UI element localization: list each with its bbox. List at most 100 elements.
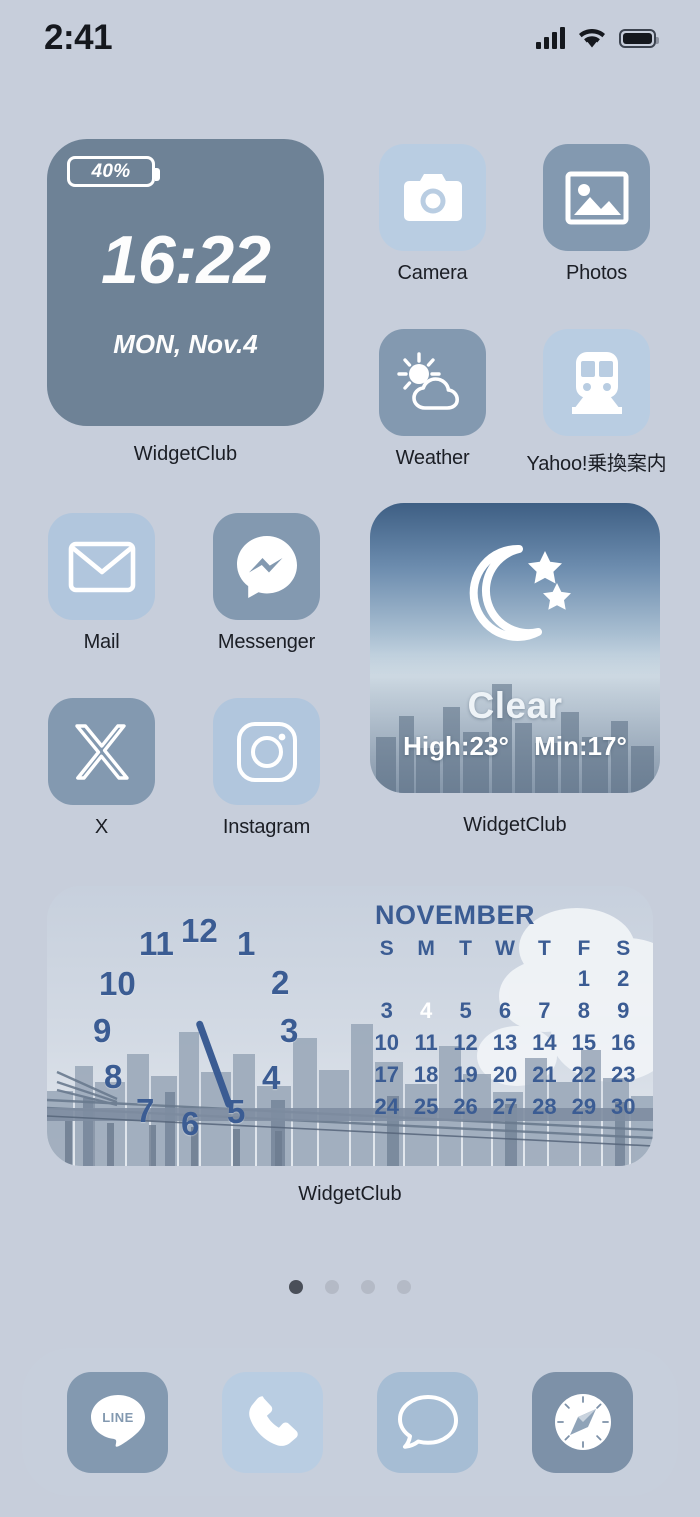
calendar-day: 22	[571, 1062, 597, 1087]
calendar-day: 14	[532, 1030, 557, 1055]
clock-number-8: 8	[104, 1058, 123, 1095]
app-label: Messenger	[217, 631, 316, 653]
clock-number-2: 2	[271, 964, 290, 1001]
weather-temps: High:23° Min:17°	[370, 731, 660, 762]
calendar-weekday: M	[417, 937, 435, 960]
calendar-day: 12	[453, 1030, 478, 1055]
calendar-day: 8	[577, 998, 590, 1023]
calendar-day-today: 4	[406, 995, 445, 1027]
calendar-weekday-row: S M T W T F S	[367, 931, 643, 963]
camera-icon	[379, 144, 486, 251]
calendar-day: 9	[617, 998, 630, 1023]
calendar-day: 26	[453, 1094, 478, 1119]
app-label: Instagram	[222, 816, 311, 838]
calendar-day: 21	[532, 1062, 557, 1087]
calendar-day: 13	[492, 1030, 518, 1055]
clock-number-4: 4	[262, 1059, 281, 1096]
calendar-day: 30	[611, 1094, 636, 1119]
dock: LINE	[22, 1348, 678, 1496]
calendar-week-row: 24 25 26 27 28 29 30	[367, 1091, 643, 1123]
clock-number-7: 7	[136, 1092, 155, 1129]
calendar-day	[525, 963, 564, 995]
app-instagram[interactable]: Instagram	[213, 698, 320, 839]
battery-full-icon	[619, 28, 659, 48]
analog-clock-face: 12 1 2 3 4 5 6 7 8 9 10 11	[47, 886, 347, 1166]
calendar-day	[446, 963, 485, 995]
clock-number-1: 1	[237, 925, 256, 962]
app-messenger[interactable]: Messenger	[213, 513, 320, 654]
widget-clock-digital[interactable]: 40% 16:22 MON, Nov.4	[47, 139, 324, 426]
app-label: Yahoo!乗換案内	[526, 453, 667, 475]
app-mail[interactable]: Mail	[48, 513, 155, 654]
calendar-day: 3	[380, 998, 393, 1023]
photos-icon	[543, 144, 650, 251]
x-logo-icon	[48, 698, 155, 805]
app-photos[interactable]: Photos	[543, 144, 650, 285]
widget-battery-percent: 40%	[91, 160, 131, 182]
clock-minute-hand	[195, 1019, 234, 1109]
app-label: X	[94, 816, 109, 838]
page-dot-3[interactable]	[361, 1280, 375, 1294]
status-bar-icons	[536, 27, 659, 49]
calendar-day: 15	[571, 1030, 597, 1055]
calendar-weekday: S	[379, 937, 394, 960]
clock-number-10: 10	[99, 965, 136, 1002]
calendar-month: NOVEMBER	[375, 900, 536, 930]
widget-clock-time: 16:22	[101, 222, 271, 298]
app-camera[interactable]: Camera	[379, 144, 486, 285]
app-phone[interactable]	[222, 1371, 323, 1473]
calendar-week-row: 17 18 19 20 21 22 23	[367, 1059, 643, 1091]
calendar-panel: NOVEMBER S M T W T F S 1 2 3 4 5 6 7 8 9	[357, 886, 653, 1166]
page-dot-4[interactable]	[397, 1280, 411, 1294]
app-line[interactable]: LINE	[67, 1371, 168, 1473]
page-dot-2[interactable]	[325, 1280, 339, 1294]
calendar-week-row: 1 2	[367, 963, 643, 995]
calendar-week-row: 10 11 12 13 14 15 16	[367, 1027, 643, 1059]
messenger-icon	[213, 513, 320, 620]
widget-clock-calendar[interactable]: 12 1 2 3 4 5 6 7 8 9 10 11 NOVEMBER S M …	[47, 886, 653, 1166]
app-messages[interactable]	[377, 1371, 478, 1473]
calendar-day: 11	[414, 1030, 438, 1055]
wifi-icon	[578, 28, 606, 49]
instagram-icon	[213, 698, 320, 805]
weather-high: High:23°	[403, 731, 509, 761]
clock-number-12: 12	[181, 912, 218, 949]
calendar-day: 28	[532, 1094, 557, 1119]
calendar-weekday: T	[459, 937, 472, 960]
calendar-day: 10	[374, 1030, 399, 1055]
widget-clock-label: WidgetClub	[133, 443, 238, 465]
widget-clock-date: MON, Nov.4	[113, 329, 258, 359]
page-indicator[interactable]	[0, 1280, 700, 1294]
app-yahoo-transit[interactable]: Yahoo!乗換案内	[527, 329, 667, 476]
calendar-weekday: F	[577, 937, 591, 960]
calendar-day: 2	[617, 966, 630, 991]
clock-number-11: 11	[139, 925, 174, 962]
widget-battery-indicator: 40%	[67, 156, 160, 187]
app-weather[interactable]: Weather	[379, 329, 486, 470]
app-x[interactable]: X	[48, 698, 155, 839]
calendar-day	[367, 963, 406, 995]
calendar-day: 1	[577, 966, 590, 991]
widget-weather[interactable]: Clear High:23° Min:17°	[370, 503, 660, 793]
cellular-bars-icon	[536, 27, 565, 49]
app-label: Photos	[565, 262, 628, 284]
calendar-weekday: W	[495, 937, 515, 960]
weather-low: Min:17°	[534, 731, 627, 761]
calendar-day: 16	[611, 1030, 636, 1055]
app-label: Camera	[397, 262, 468, 284]
calendar-day: 17	[374, 1062, 399, 1087]
weather-condition: Clear	[467, 685, 563, 726]
status-bar: 2:41	[0, 0, 700, 70]
mail-icon	[48, 513, 155, 620]
app-safari[interactable]	[532, 1371, 633, 1473]
calendar-day: 23	[611, 1062, 636, 1087]
page-dot-1[interactable]	[289, 1280, 303, 1294]
calendar-day: 24	[374, 1094, 399, 1119]
svg-text:LINE: LINE	[102, 1410, 134, 1425]
calendar-day: 25	[413, 1094, 439, 1119]
app-label: Weather	[395, 447, 470, 469]
moon-stars-icon	[370, 541, 660, 646]
calendar-day: 19	[453, 1062, 478, 1087]
calendar-weekday: S	[616, 937, 631, 960]
status-bar-time: 2:41	[44, 18, 113, 57]
